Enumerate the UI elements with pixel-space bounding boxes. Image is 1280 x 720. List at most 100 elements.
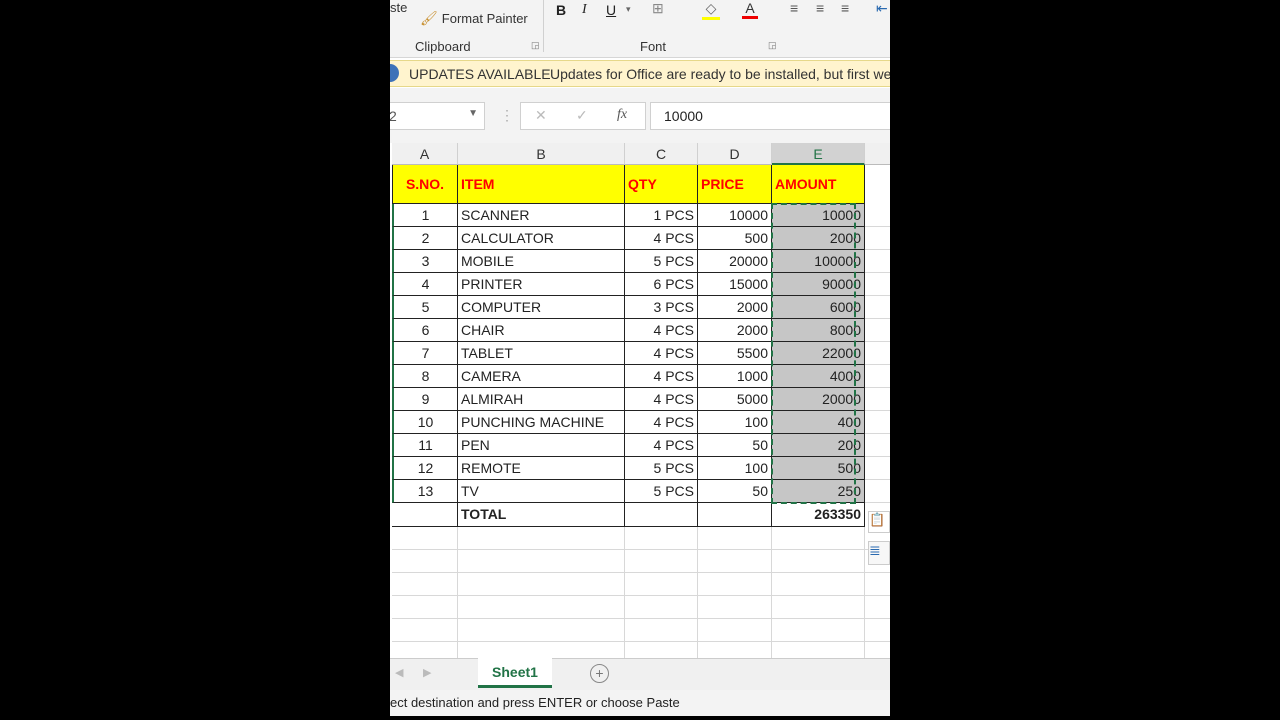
table-cell[interactable]: 100000 bbox=[772, 250, 865, 273]
column-header-a[interactable]: A bbox=[392, 143, 458, 165]
table-cell[interactable]: 20000 bbox=[698, 250, 772, 273]
dialog-launcher-icon[interactable]: ◲ bbox=[531, 40, 540, 51]
empty-cell[interactable] bbox=[392, 573, 458, 596]
total-value[interactable]: 263350 bbox=[772, 503, 865, 527]
bold-button[interactable]: B bbox=[556, 2, 566, 18]
empty-cell[interactable] bbox=[865, 596, 890, 619]
table-cell[interactable]: 1000 bbox=[698, 365, 772, 388]
header-cell[interactable]: QTY bbox=[625, 165, 698, 204]
table-cell[interactable]: 50 bbox=[698, 434, 772, 457]
table-cell[interactable]: 2000 bbox=[698, 319, 772, 342]
table-cell[interactable]: 4 PCS bbox=[625, 342, 698, 365]
table-cell[interactable]: 13 bbox=[392, 480, 458, 503]
empty-cell[interactable] bbox=[865, 319, 890, 342]
empty-cell[interactable] bbox=[865, 365, 890, 388]
table-cell[interactable]: 6000 bbox=[772, 296, 865, 319]
align-left-icon[interactable]: ≡ bbox=[790, 0, 798, 16]
table-cell[interactable]: 200 bbox=[772, 434, 865, 457]
empty-cell[interactable] bbox=[698, 527, 772, 550]
quick-analysis-icon[interactable]: ≣ bbox=[868, 541, 890, 565]
table-cell[interactable]: 3 bbox=[392, 250, 458, 273]
chevron-down-icon[interactable]: ▼ bbox=[468, 108, 478, 119]
empty-cell[interactable] bbox=[698, 619, 772, 642]
table-cell[interactable]: 8000 bbox=[772, 319, 865, 342]
table-cell[interactable]: 20000 bbox=[772, 388, 865, 411]
table-cell[interactable]: 4 PCS bbox=[625, 319, 698, 342]
table-cell[interactable]: 5 PCS bbox=[625, 250, 698, 273]
enter-icon[interactable]: ✓ bbox=[576, 107, 588, 124]
empty-cell[interactable] bbox=[865, 573, 890, 596]
empty-cell[interactable] bbox=[392, 550, 458, 573]
empty-cell[interactable] bbox=[458, 550, 625, 573]
header-cell[interactable]: AMOUNT bbox=[772, 165, 865, 204]
table-cell[interactable]: REMOTE bbox=[458, 457, 625, 480]
empty-cell[interactable] bbox=[625, 596, 698, 619]
table-cell[interactable]: 7 bbox=[392, 342, 458, 365]
align-center-icon[interactable]: ≡ bbox=[816, 0, 824, 16]
table-cell[interactable]: 5500 bbox=[698, 342, 772, 365]
empty-cell[interactable] bbox=[625, 573, 698, 596]
table-cell[interactable]: 5000 bbox=[698, 388, 772, 411]
align-right-icon[interactable]: ≡ bbox=[841, 0, 849, 16]
total-label[interactable]: TOTAL bbox=[458, 503, 625, 527]
table-cell[interactable]: 6 PCS bbox=[625, 273, 698, 296]
format-painter-button[interactable]: 🖌 Format Painter bbox=[420, 10, 528, 27]
empty-cell[interactable] bbox=[865, 273, 890, 296]
column-header-f[interactable] bbox=[865, 143, 890, 165]
table-cell[interactable]: 5 PCS bbox=[625, 457, 698, 480]
table-cell[interactable]: 3 PCS bbox=[625, 296, 698, 319]
empty-cell[interactable] bbox=[865, 227, 890, 250]
table-cell[interactable]: 10 bbox=[392, 411, 458, 434]
empty-cell[interactable] bbox=[772, 550, 865, 573]
column-header-e[interactable]: E bbox=[772, 143, 865, 165]
empty-cell[interactable] bbox=[625, 527, 698, 550]
table-cell[interactable]: 11 bbox=[392, 434, 458, 457]
indent-icon[interactable]: ⇤ bbox=[876, 0, 888, 17]
empty-cell[interactable] bbox=[772, 596, 865, 619]
empty-cell[interactable] bbox=[865, 480, 890, 503]
empty-cell[interactable] bbox=[772, 619, 865, 642]
table-cell[interactable]: 8 bbox=[392, 365, 458, 388]
header-cell[interactable]: PRICE bbox=[698, 165, 772, 204]
table-cell[interactable]: CALCULATOR bbox=[458, 227, 625, 250]
empty-cell[interactable] bbox=[865, 296, 890, 319]
empty-cell[interactable] bbox=[392, 596, 458, 619]
underline-button[interactable]: U bbox=[606, 2, 616, 18]
table-cell[interactable]: 2000 bbox=[772, 227, 865, 250]
formula-input[interactable]: 10000 bbox=[650, 102, 890, 130]
table-cell[interactable]: 100 bbox=[698, 457, 772, 480]
table-cell[interactable]: CHAIR bbox=[458, 319, 625, 342]
table-cell[interactable]: 10000 bbox=[772, 204, 865, 227]
table-cell[interactable]: 500 bbox=[698, 227, 772, 250]
insert-function-icon[interactable]: fx bbox=[617, 107, 627, 123]
empty-cell[interactable] bbox=[458, 596, 625, 619]
cancel-icon[interactable]: ✕ bbox=[535, 107, 547, 124]
empty-cell[interactable] bbox=[392, 619, 458, 642]
header-cell[interactable]: ITEM bbox=[458, 165, 625, 204]
table-cell[interactable]: 90000 bbox=[772, 273, 865, 296]
table-cell[interactable]: 4 PCS bbox=[625, 365, 698, 388]
empty-cell[interactable] bbox=[865, 457, 890, 480]
font-color-icon[interactable]: A bbox=[742, 0, 758, 19]
table-cell[interactable]: 4 PCS bbox=[625, 388, 698, 411]
table-cell[interactable]: 5 bbox=[392, 296, 458, 319]
table-cell[interactable]: 22000 bbox=[772, 342, 865, 365]
table-cell[interactable]: 10000 bbox=[698, 204, 772, 227]
table-cell[interactable]: 9 bbox=[392, 388, 458, 411]
fill-color-icon[interactable]: ◇ bbox=[702, 0, 720, 20]
table-cell[interactable]: 4 PCS bbox=[625, 434, 698, 457]
empty-cell[interactable] bbox=[772, 527, 865, 550]
empty-cell[interactable] bbox=[865, 388, 890, 411]
empty-cell[interactable] bbox=[392, 503, 458, 527]
column-header-b[interactable]: B bbox=[458, 143, 625, 165]
table-cell[interactable]: COMPUTER bbox=[458, 296, 625, 319]
table-cell[interactable]: 12 bbox=[392, 457, 458, 480]
column-header-c[interactable]: C bbox=[625, 143, 698, 165]
table-cell[interactable]: 6 bbox=[392, 319, 458, 342]
empty-cell[interactable] bbox=[698, 573, 772, 596]
empty-cell[interactable] bbox=[865, 434, 890, 457]
table-cell[interactable]: 4000 bbox=[772, 365, 865, 388]
empty-cell[interactable] bbox=[458, 619, 625, 642]
table-cell[interactable]: PRINTER bbox=[458, 273, 625, 296]
empty-cell[interactable] bbox=[625, 503, 698, 527]
